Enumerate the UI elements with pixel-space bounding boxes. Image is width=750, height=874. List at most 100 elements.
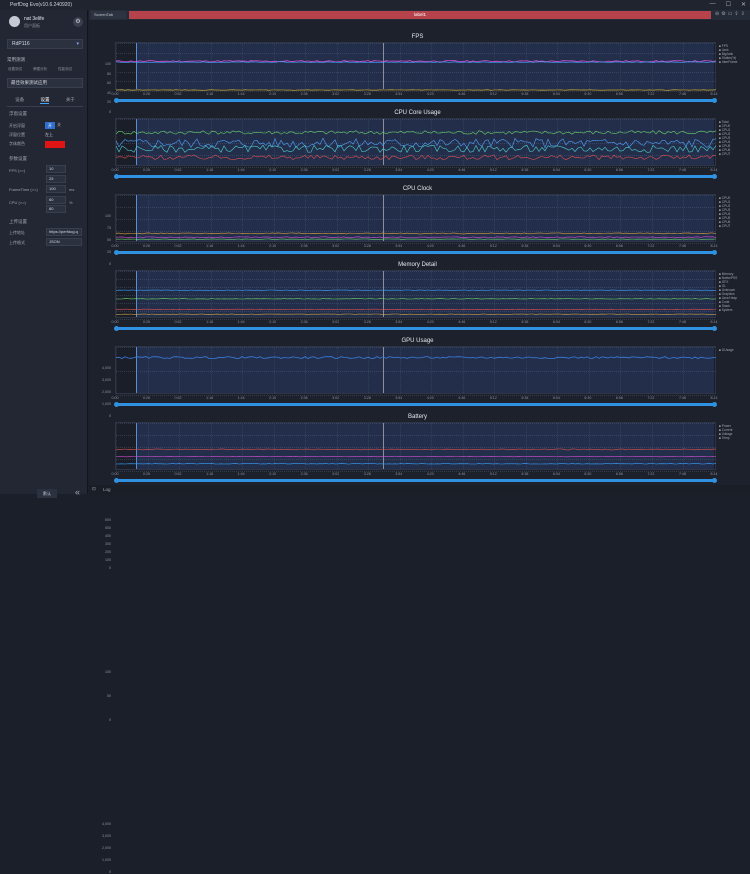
panel-plot[interactable] bbox=[115, 118, 716, 166]
fps-label: FPS (>=) bbox=[9, 168, 25, 173]
time-range-slider[interactable] bbox=[115, 251, 716, 254]
position-value[interactable]: 左上 bbox=[45, 132, 53, 138]
x-tick-label: 3:54 bbox=[395, 92, 402, 96]
fps-input-1[interactable]: 10 bbox=[46, 165, 66, 173]
x-tick-label: 3:28 bbox=[364, 168, 371, 172]
legend-item[interactable]: ■ Temp bbox=[719, 436, 732, 440]
series-legend: ■ Total■ CPU0■ CPU1■ CPU2■ CPU3■ CPU4■ C… bbox=[719, 120, 730, 156]
y-tick-label: 2,000 bbox=[97, 846, 111, 850]
y-tick-label: 1,000 bbox=[97, 858, 111, 862]
x-tick-label: 3:28 bbox=[364, 244, 371, 248]
x-tick-label: 6:30 bbox=[584, 244, 591, 248]
x-tick-label: 4:20 bbox=[427, 92, 434, 96]
collapse-icon[interactable]: « bbox=[75, 487, 80, 497]
section-floating: 浮窗设置 bbox=[9, 111, 27, 117]
panel-traces bbox=[116, 119, 717, 167]
x-tick-label: 1:18 bbox=[206, 472, 213, 476]
y-tick-label: 3,000 bbox=[97, 834, 111, 838]
time-range-slider[interactable] bbox=[115, 479, 716, 482]
terminal-icon[interactable]: ⊡ bbox=[92, 486, 96, 492]
top-link[interactable]: 设置测试 bbox=[8, 67, 22, 72]
legend-item[interactable]: ■ GUsage bbox=[719, 348, 734, 352]
time-range-slider[interactable] bbox=[115, 99, 716, 102]
sidebar-tabs: 设备 设置 关于 bbox=[7, 97, 83, 107]
y-tick-label: 100 bbox=[97, 670, 111, 674]
x-tick-label: 7:48 bbox=[679, 472, 686, 476]
open-floating-label: 开启浮窗 bbox=[9, 123, 25, 129]
x-tick-label: 5:12 bbox=[490, 244, 497, 248]
x-tick-label: 1:18 bbox=[206, 244, 213, 248]
legend-item[interactable]: ■ CPU7 bbox=[719, 224, 730, 228]
x-tick-label: 4:46 bbox=[458, 472, 465, 476]
frametime-unit: ms bbox=[69, 187, 74, 192]
cpu-input-1[interactable]: 60 bbox=[46, 196, 66, 204]
frametime-input[interactable]: 100 bbox=[46, 185, 66, 193]
upload-addr-input[interactable]: https://perfdog.q bbox=[46, 228, 82, 236]
panel-plot[interactable] bbox=[115, 42, 716, 90]
panel-traces bbox=[116, 423, 717, 471]
x-tick-label: 0:00 bbox=[112, 472, 119, 476]
panel-plot[interactable] bbox=[115, 194, 716, 242]
x-tick-label: 4:46 bbox=[458, 244, 465, 248]
font-color-swatch[interactable] bbox=[45, 141, 65, 148]
x-tick-label: 1:18 bbox=[206, 396, 213, 400]
panel-traces bbox=[116, 347, 717, 395]
series-line bbox=[116, 357, 716, 359]
cpu-input-2[interactable]: 80 bbox=[46, 205, 66, 213]
time-range-slider[interactable] bbox=[115, 403, 716, 406]
y-tick-label: 200 bbox=[97, 550, 111, 554]
panel-plot[interactable] bbox=[115, 270, 716, 318]
tab-settings[interactable]: 设置 bbox=[40, 97, 49, 104]
x-tick-label: 4:20 bbox=[427, 472, 434, 476]
x-tick-label: 4:20 bbox=[427, 320, 434, 324]
time-range-slider[interactable] bbox=[115, 175, 716, 178]
settings-gear-icon[interactable]: ⚙ bbox=[73, 17, 83, 27]
x-tick-label: 0:52 bbox=[175, 92, 182, 96]
x-tick-label: 0:52 bbox=[175, 320, 182, 324]
x-tick-label: 4:20 bbox=[427, 244, 434, 248]
tab-device[interactable]: 设备 bbox=[15, 97, 24, 104]
x-tick-label: 0:26 bbox=[143, 320, 150, 324]
top-link[interactable]: 性能测试 bbox=[58, 67, 72, 72]
top-link[interactable]: 荣耀分析 bbox=[33, 67, 47, 72]
export-icon[interactable]: ⇩ bbox=[741, 11, 747, 17]
y-tick-label: 0 bbox=[97, 870, 111, 874]
series-legend: ■ GUsage bbox=[719, 348, 734, 352]
fps-input-2[interactable]: 25 bbox=[46, 175, 66, 183]
upload-fmt-select[interactable]: JSON bbox=[46, 238, 82, 246]
floating-off-button[interactable]: 关 bbox=[57, 122, 61, 128]
x-tick-label: 8:14 bbox=[711, 244, 718, 248]
panel-plot[interactable] bbox=[115, 422, 716, 470]
x-tick-label: 8:14 bbox=[711, 320, 718, 324]
legend-item[interactable]: ■ System bbox=[719, 308, 737, 312]
position-label: 浮窗位置 bbox=[9, 132, 25, 138]
legend-item[interactable]: ■ CPU7 bbox=[719, 152, 730, 156]
x-tick-label: 1:44 bbox=[238, 320, 245, 324]
x-tick-label: 5:38 bbox=[521, 168, 528, 172]
minimize-icon[interactable]: — bbox=[710, 1, 716, 8]
upload-addr-label: 上传地址 bbox=[9, 230, 25, 236]
time-range-slider[interactable] bbox=[115, 327, 716, 330]
x-tick-label: 4:46 bbox=[458, 320, 465, 324]
x-tick-label: 6:56 bbox=[616, 92, 623, 96]
maximize-icon[interactable]: ☐ bbox=[726, 1, 731, 8]
x-tick-label: 8:14 bbox=[711, 472, 718, 476]
tab-label1[interactable]: label1 bbox=[129, 11, 711, 19]
x-tick-label: 3:28 bbox=[364, 320, 371, 324]
y-tick-label: 80 bbox=[97, 72, 111, 76]
x-tick-label: 7:48 bbox=[679, 92, 686, 96]
x-tick-label: 7:22 bbox=[647, 320, 654, 324]
close-icon[interactable]: ✕ bbox=[741, 1, 746, 8]
tab-about[interactable]: 关于 bbox=[66, 97, 75, 104]
tab-screen[interactable]: ScreenTab bbox=[91, 11, 126, 19]
x-tick-label: 5:12 bbox=[490, 472, 497, 476]
floating-on-button[interactable]: 开 bbox=[45, 122, 55, 129]
series-legend: ■ CPU0■ CPU1■ CPU2■ CPU3■ CPU4■ CPU5■ CP… bbox=[719, 196, 730, 228]
device-select[interactable]: RdP116▾ bbox=[7, 39, 83, 49]
app-select[interactable]: 最佳效果测试应用 bbox=[7, 78, 83, 88]
panel-plot[interactable] bbox=[115, 346, 716, 394]
legend-item[interactable]: ■ InterFrame bbox=[719, 60, 737, 64]
x-tick-label: 8:14 bbox=[711, 92, 718, 96]
footer-log[interactable]: Log bbox=[103, 487, 111, 492]
avatar[interactable] bbox=[9, 16, 20, 27]
